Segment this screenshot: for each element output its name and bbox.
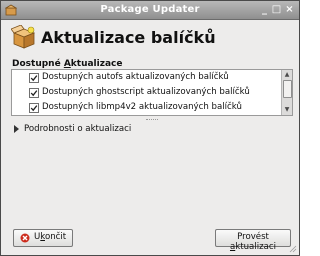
- resize-grip-icon[interactable]: [289, 245, 297, 253]
- quit-button-label: Ukončit: [34, 232, 66, 242]
- apply-label-pre: Provést: [237, 232, 269, 242]
- checkbox[interactable]: [29, 88, 39, 98]
- minimize-icon[interactable]: _: [259, 4, 270, 15]
- pane-resize-handle[interactable]: [146, 119, 158, 122]
- maximize-icon[interactable]: □: [271, 4, 282, 15]
- checkmark-icon: [30, 75, 38, 82]
- checkbox[interactable]: [29, 73, 39, 83]
- apply-updates-button[interactable]: Provést aktualizaci: [215, 229, 291, 252]
- checkbox[interactable]: [29, 103, 39, 113]
- quit-label-post: ončit: [44, 232, 67, 242]
- apply-button-label: Provést aktualizaci: [216, 232, 290, 252]
- expander-arrow-icon[interactable]: [14, 125, 19, 133]
- checkmark-icon: [30, 105, 38, 112]
- updates-list[interactable]: Dostupných autofs aktualizovaných balíčk…: [11, 69, 293, 116]
- titlebar[interactable]: Package Updater _ □ ×: [1, 1, 299, 20]
- scroll-down-icon[interactable]: ▼: [283, 106, 291, 114]
- page-title: Aktualizace balíčků: [41, 28, 216, 47]
- label-text: Dostupné: [12, 59, 64, 69]
- update-label: Dostupných ghostscript aktualizovaných b…: [42, 87, 250, 97]
- package-box-icon: [11, 25, 36, 49]
- checkmark-icon: [30, 90, 38, 97]
- list-item[interactable]: Dostupných libmp4v2 aktualizovaných balí…: [12, 100, 280, 115]
- label-mnemonic: A: [63, 59, 71, 69]
- scroll-up-icon[interactable]: ▲: [283, 71, 291, 79]
- scroll-thumb[interactable]: [283, 80, 292, 98]
- package-updater-window: Package Updater _ □ × Aktualizace balíčk…: [0, 0, 300, 256]
- label-text-rest: ktualizace: [70, 59, 123, 69]
- update-label: Dostupných libmp4v2 aktualizovaných balí…: [42, 102, 242, 112]
- details-label[interactable]: Podrobnosti o aktualizaci: [24, 124, 131, 134]
- list-item[interactable]: Dostupných autofs aktualizovaných balíčk…: [12, 70, 280, 85]
- update-label: Dostupných autofs aktualizovaných balíčk…: [42, 72, 229, 82]
- apply-label-post: ktualizaci: [235, 242, 276, 252]
- quit-icon: [20, 233, 30, 243]
- available-updates-label: Dostupné Aktualizace: [12, 59, 122, 69]
- window-title: Package Updater: [100, 4, 200, 15]
- quit-button[interactable]: Ukončit: [13, 229, 73, 247]
- close-icon[interactable]: ×: [284, 4, 295, 15]
- list-item[interactable]: Dostupných ghostscript aktualizovaných b…: [12, 85, 280, 100]
- vertical-scrollbar[interactable]: ▲ ▼: [281, 70, 292, 115]
